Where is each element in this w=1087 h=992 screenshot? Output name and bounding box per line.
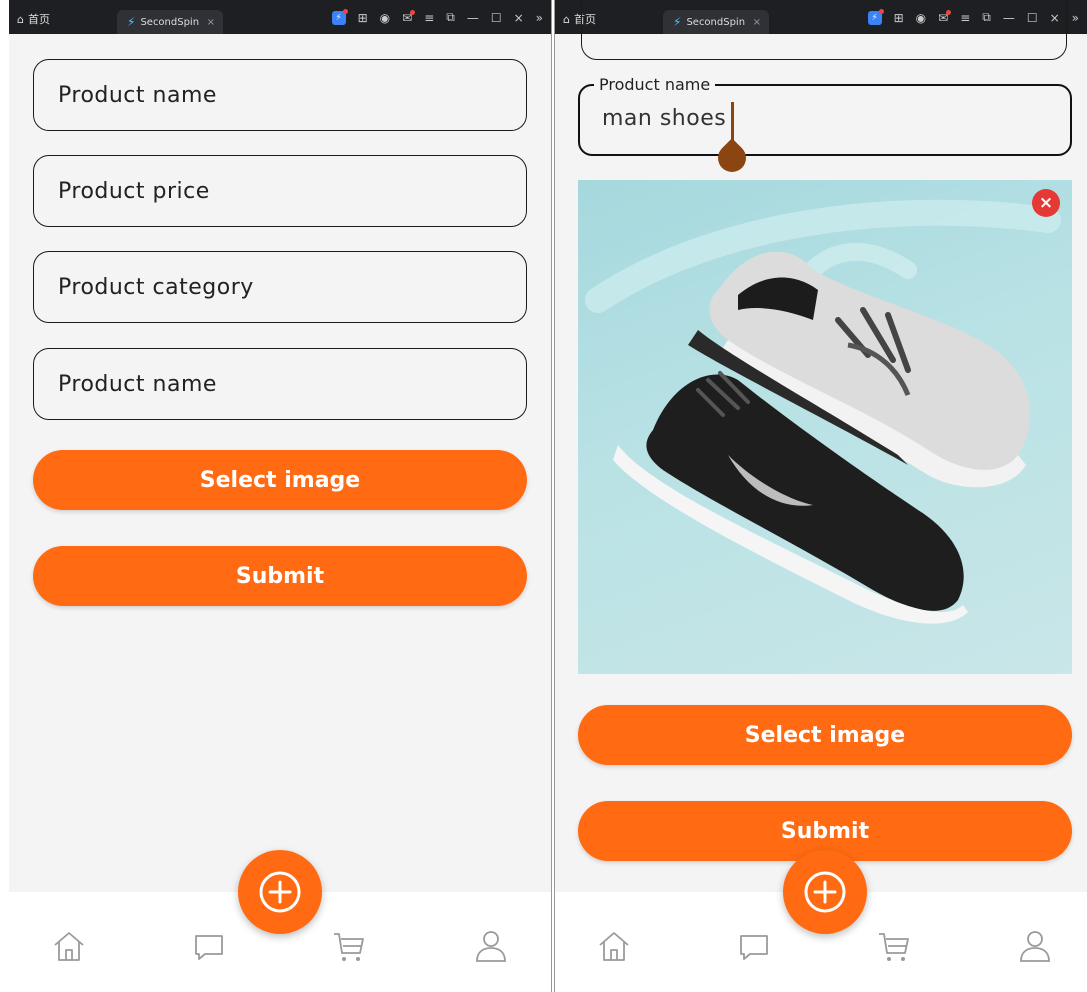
home-tab-icon: ⌂ (563, 12, 570, 26)
user-circle-icon[interactable]: ◉ (380, 11, 390, 25)
title-tray: ⚡ ⊞ ◉ ✉ ≡ ⧉ — ☐ × » (331, 8, 543, 25)
window-edge (0, 0, 9, 992)
right-screen: ⌂ 首页 ⚡ SecondSpin × ⚡ ⊞ ◉ ✉ ≡ ⧉ — ☐ × » Pro… (555, 0, 1087, 992)
select-image-button[interactable]: Select image (33, 450, 527, 510)
product-image-preview: × (578, 180, 1072, 674)
submit-button[interactable]: Submit (33, 546, 527, 606)
left-screen: ⌂ 首页 ⚡ SecondSpin × ⚡ ⊞ ◉ ✉ ≡ ⧉ — ☐ × » Pro… (9, 0, 551, 992)
add-circle-icon (804, 871, 846, 913)
maximize-icon[interactable]: ☐ (491, 11, 502, 25)
add-product-fab[interactable] (783, 850, 867, 934)
minimize-icon[interactable]: — (467, 11, 479, 25)
tab-close-icon[interactable]: × (207, 17, 215, 28)
home-icon[interactable] (596, 928, 632, 964)
boost-icon[interactable]: ⚡ (331, 8, 348, 25)
product-name-label: Product name (594, 75, 716, 94)
product-name-input[interactable]: Product name (33, 59, 527, 131)
profile-icon[interactable] (473, 928, 509, 964)
window-titlebar: ⌂ 首页 ⚡ SecondSpin × ⚡ ⊞ ◉ ✉ ≡ ⧉ — ☐ × » (9, 0, 551, 34)
menu-icon[interactable]: ≡ (424, 11, 434, 25)
app-tab[interactable]: ⚡ SecondSpin × (117, 10, 223, 34)
overflow-icon[interactable]: » (536, 11, 543, 25)
mail-icon[interactable]: ✉ (402, 9, 416, 25)
product-price-input[interactable]: Product price (33, 155, 527, 227)
product-name-value[interactable]: man shoes (602, 106, 726, 131)
add-product-fab[interactable] (238, 850, 322, 934)
product-description-input[interactable]: Product name (33, 348, 527, 420)
remove-image-button[interactable]: × (1032, 189, 1060, 217)
product-category-input[interactable]: Product category (33, 251, 527, 323)
add-circle-icon (259, 871, 301, 913)
close-icon[interactable]: × (514, 11, 524, 25)
home-icon[interactable] (51, 928, 87, 964)
chat-icon[interactable] (191, 928, 227, 964)
overflow-icon[interactable]: » (1072, 11, 1079, 25)
shoe-image-icon (585, 199, 1061, 624)
cart-icon[interactable] (331, 928, 367, 964)
home-tab-icon: ⌂ (17, 12, 24, 26)
restore-icon[interactable]: ⧉ (446, 10, 455, 25)
home-tab[interactable]: ⌂ 首页 (17, 11, 50, 27)
cart-icon[interactable] (876, 928, 912, 964)
flutter-icon: ⚡ (127, 15, 136, 29)
select-image-button[interactable]: Select image (578, 705, 1072, 765)
gamepad-icon[interactable]: ⊞ (358, 11, 368, 25)
chat-icon[interactable] (736, 928, 772, 964)
profile-icon[interactable] (1017, 928, 1053, 964)
scrolled-field[interactable] (581, 0, 1067, 60)
